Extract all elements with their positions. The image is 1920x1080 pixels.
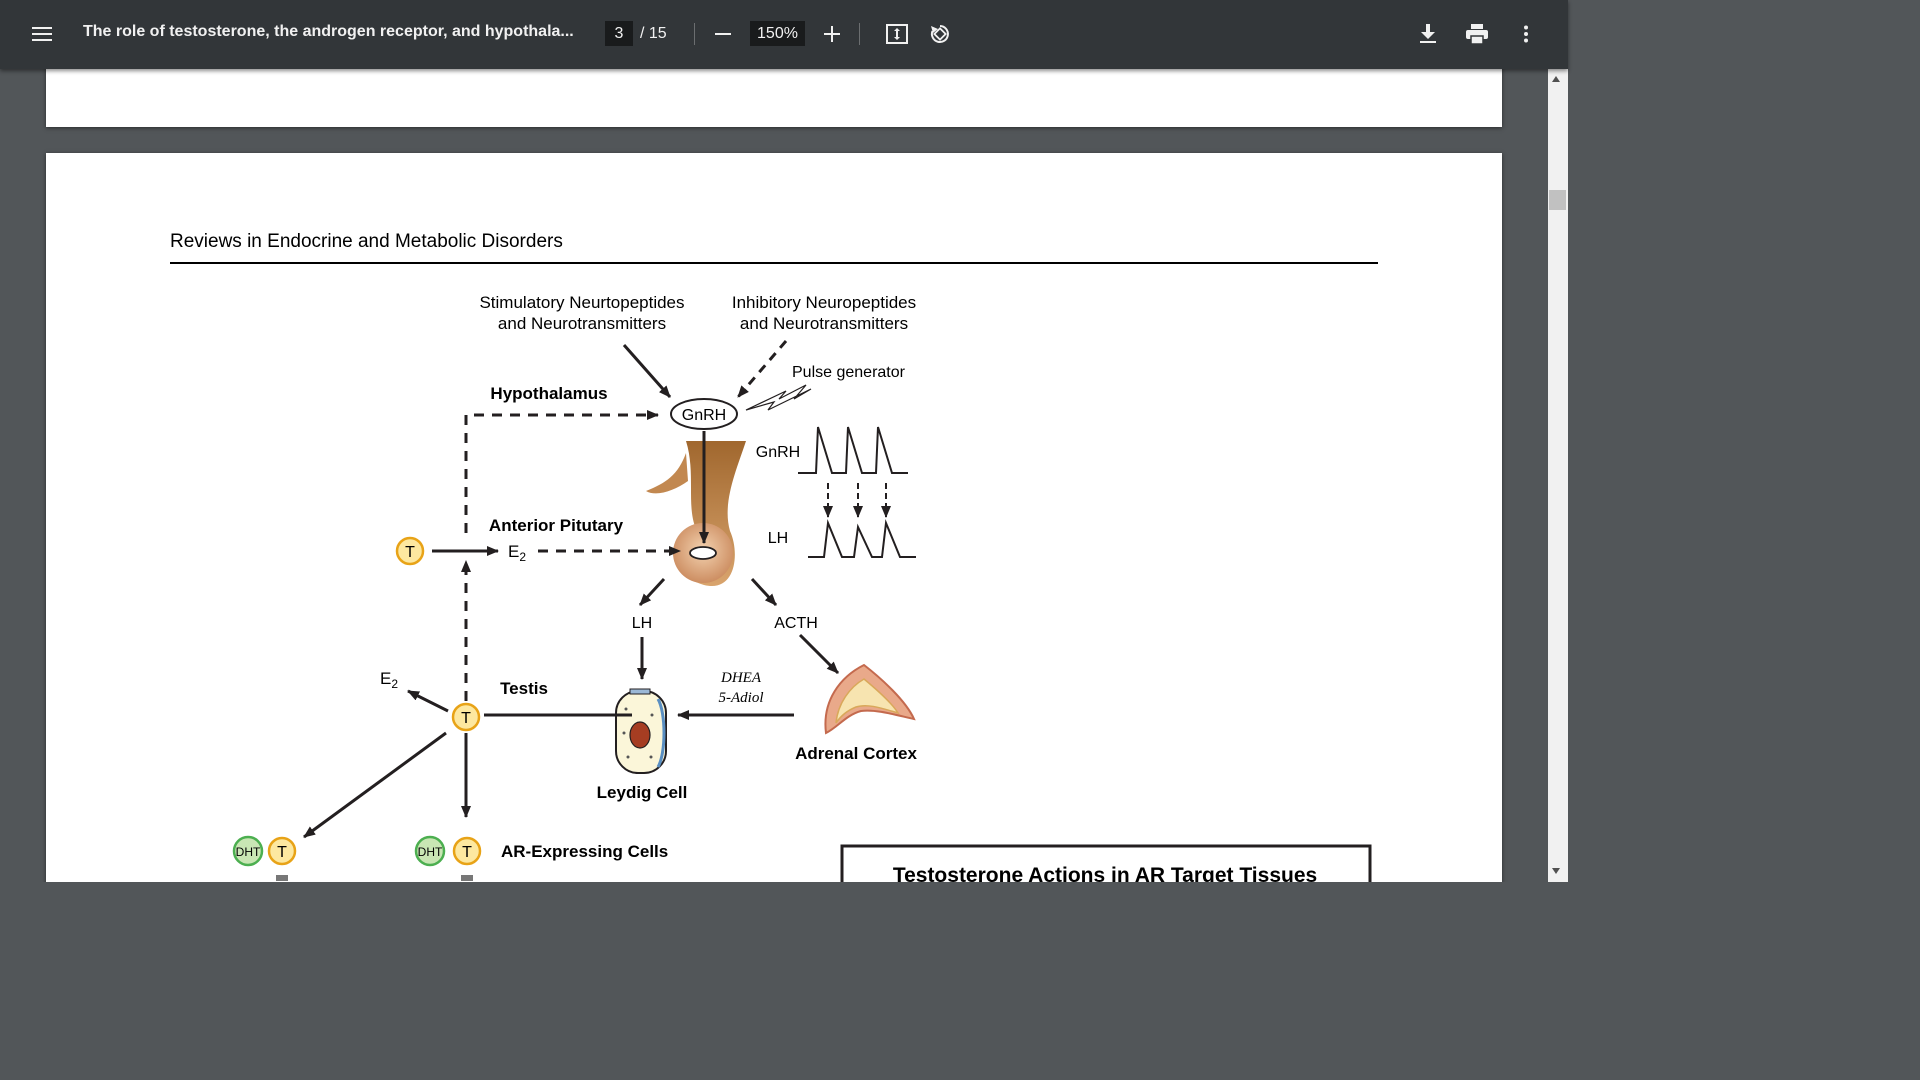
pituitary-to-lh-arrow <box>638 577 666 607</box>
pituitary-receptor-oval <box>689 546 717 560</box>
lh-trace-label: LH <box>768 530 788 547</box>
minus-icon[interactable] <box>703 14 743 54</box>
gnrh-oval-label: GnRH <box>682 407 726 424</box>
ar-target-tissues-title: Testosterone Actions in AR Target Tissue… <box>893 864 1317 882</box>
t-to-e2-aromatase-arrow <box>407 689 449 713</box>
dhea-label: DHEA <box>720 670 762 686</box>
organelle-dot <box>622 731 626 735</box>
testis-label: Testis <box>500 679 548 698</box>
lh-pulse-trace <box>808 519 916 558</box>
scroll-down-arrow-icon[interactable] <box>1552 868 1560 874</box>
hypothalamus-label: Hypothalamus <box>490 384 607 403</box>
organelle-dot <box>626 755 630 759</box>
print-icon[interactable] <box>1457 14 1497 54</box>
page-total: / 15 <box>640 25 667 42</box>
more-vert-icon[interactable] <box>1506 14 1546 54</box>
organelle-dot <box>624 707 628 711</box>
toolbar-divider <box>694 23 695 45</box>
zoom-level-input[interactable]: 150% <box>750 21 805 46</box>
t-to-tissue-arrow <box>303 731 447 839</box>
t-label: T <box>405 544 415 561</box>
scrollbar-thumb[interactable] <box>1549 190 1566 210</box>
organelle-dot <box>650 713 654 717</box>
t-label: T <box>277 844 287 861</box>
page-2 <box>46 69 1502 127</box>
toolbar-divider <box>859 23 860 45</box>
e2-label: E2 <box>508 542 526 564</box>
inhibitory-label: Inhibitory Neuropeptides <box>732 293 916 312</box>
leydig-cell-label: Leydig Cell <box>597 783 688 802</box>
pituitary-lobe <box>646 453 688 494</box>
acth-label: ACTH <box>774 615 818 632</box>
page-number-input[interactable]: 3 <box>605 21 633 46</box>
leydig-nucleus <box>629 721 651 749</box>
ar-expressing-cells-label: AR-Expressing Cells <box>501 842 668 861</box>
t-label: T <box>462 844 472 861</box>
document-title: The role of testosterone, the androgen r… <box>83 23 574 40</box>
plus-icon[interactable] <box>812 14 852 54</box>
pituitary-to-acth-arrow <box>750 577 778 607</box>
download-icon[interactable] <box>1408 14 1448 54</box>
pulse-generator-label: Pulse generator <box>792 364 906 381</box>
inhibitory-arrow <box>736 340 788 398</box>
adiol-label: 5-Adiol <box>719 690 764 706</box>
inhibitory-label-2: and Neurotransmitters <box>740 314 908 333</box>
stimulatory-label-2: and Neurotransmitters <box>498 314 666 333</box>
e2-testis-label: E2 <box>380 669 398 691</box>
dht-label: DHT <box>236 845 261 859</box>
anterior-pituitary-label: Anterior Pitutary <box>489 516 624 535</box>
rotate-icon[interactable] <box>920 14 960 54</box>
lh-label: LH <box>632 615 652 632</box>
receptor-stub <box>276 875 288 881</box>
hamburger-menu-icon[interactable] <box>22 14 62 54</box>
receptor-stub <box>461 875 473 881</box>
fit-to-page-icon[interactable] <box>877 14 917 54</box>
stimulatory-label: Stimulatory Neurtopeptides <box>479 293 684 312</box>
leydig-receptor <box>629 688 651 695</box>
organelle-dot <box>649 755 653 759</box>
hpg-axis-figure: Stimulatory Neurtopeptides and Neurotran… <box>232 293 1372 882</box>
page-3: Reviews in Endocrine and Metabolic Disor… <box>46 153 1502 882</box>
document-viewer[interactable]: Reviews in Endocrine and Metabolic Disor… <box>0 69 1548 882</box>
adrenal-cortex-label: Adrenal Cortex <box>795 744 917 763</box>
acth-to-adrenal-arrow <box>798 633 840 675</box>
stimulatory-arrow <box>622 344 672 398</box>
gnrh-trace-label: GnRH <box>756 444 800 461</box>
testis-t-label: T <box>461 710 471 727</box>
dht-label: DHT <box>418 845 443 859</box>
scroll-up-arrow-icon[interactable] <box>1552 76 1560 82</box>
pulse-bolt-icon <box>745 384 812 411</box>
pdf-toolbar: The role of testosterone, the androgen r… <box>0 0 1568 69</box>
gnrh-pulse-trace <box>798 426 908 474</box>
